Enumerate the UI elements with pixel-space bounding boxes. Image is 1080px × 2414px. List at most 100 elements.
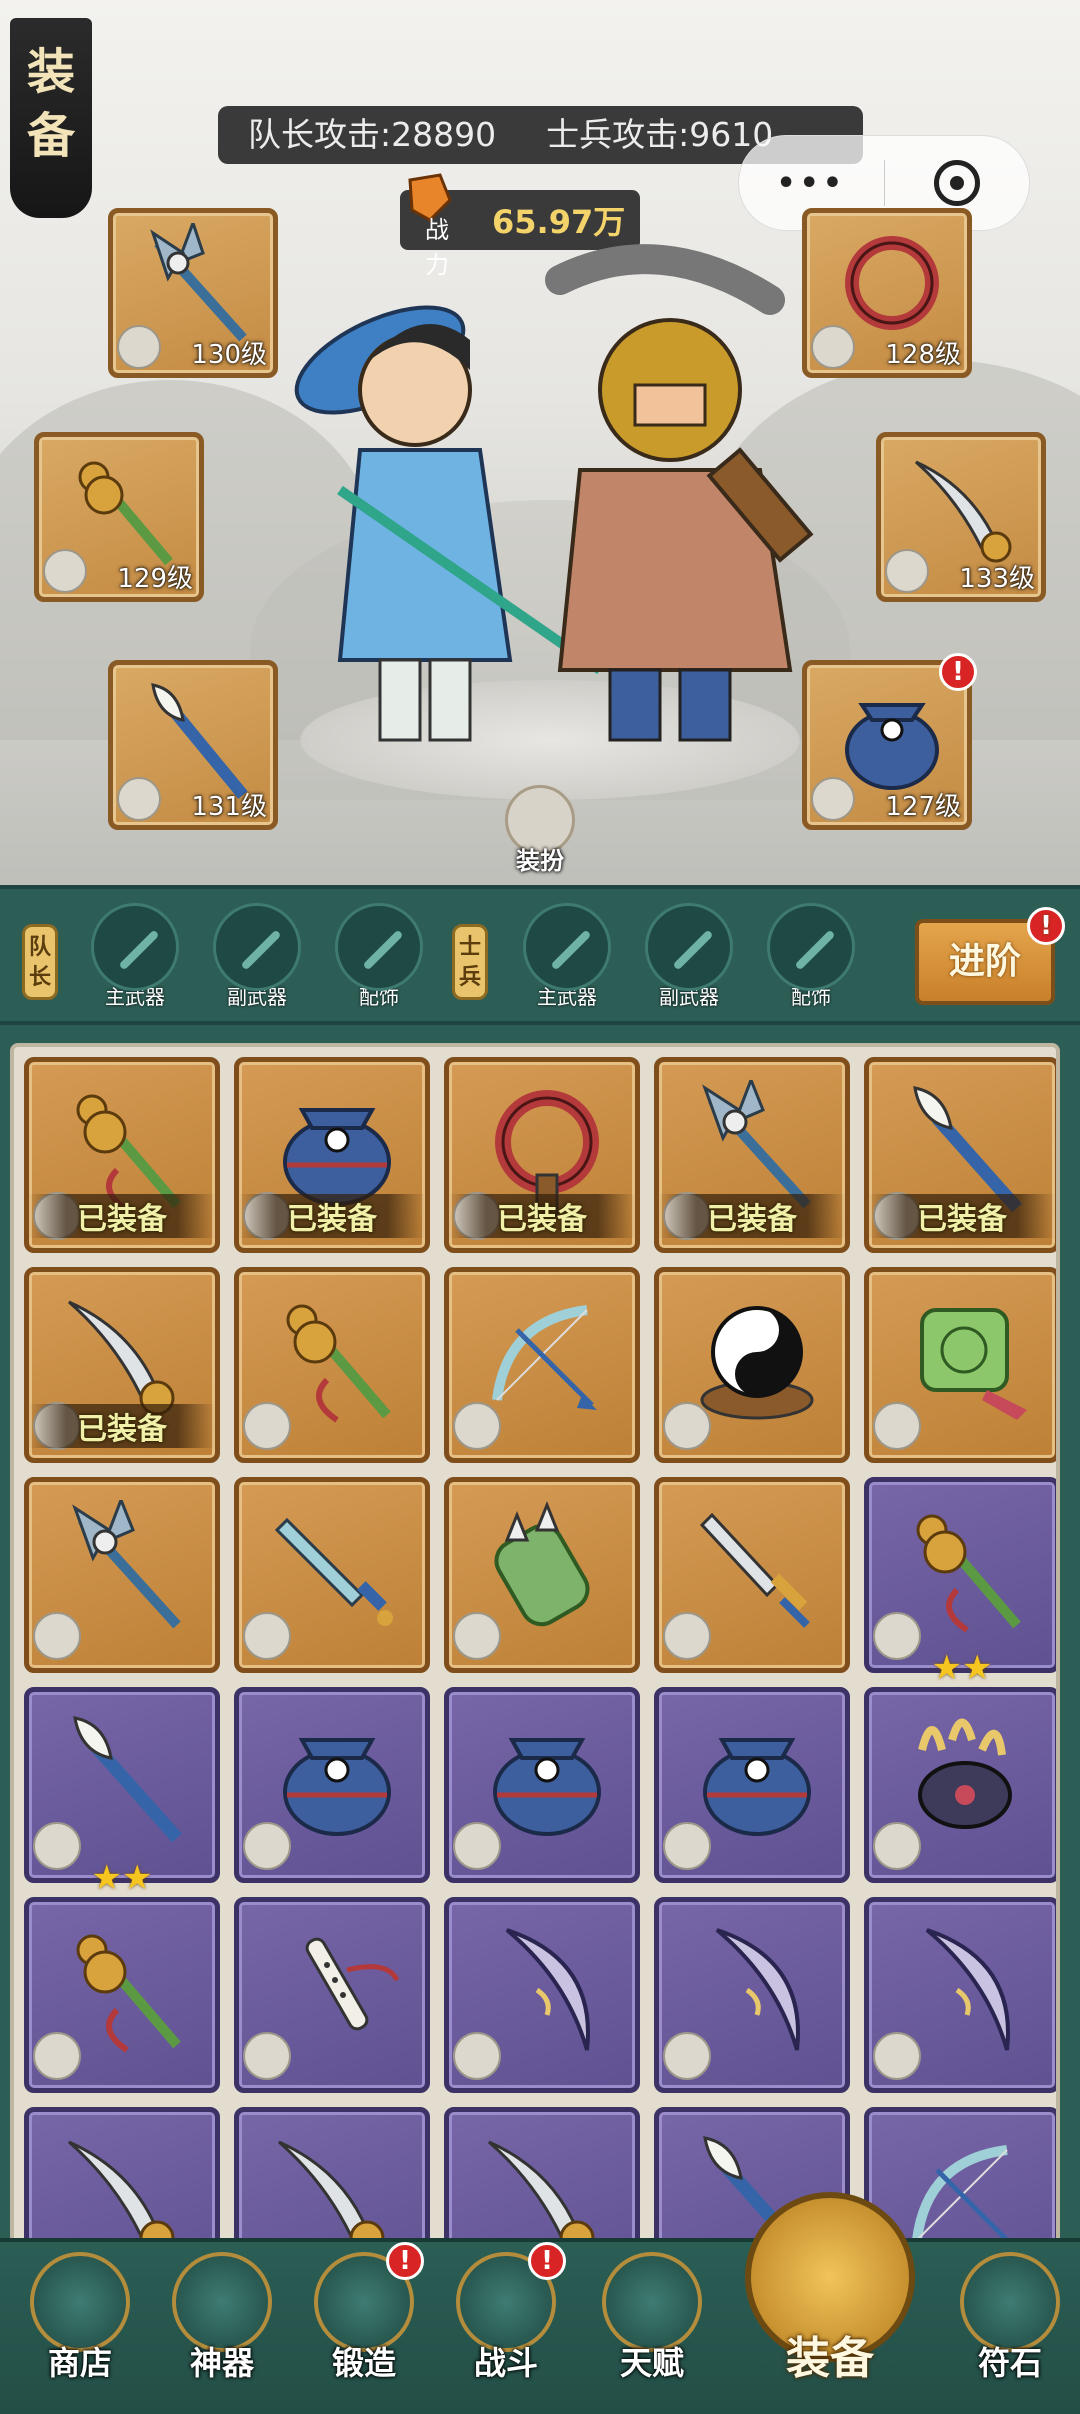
- sub-weapon-icon: [213, 903, 301, 991]
- inventory-item[interactable]: [234, 1897, 430, 2093]
- slot-captain-sub-weapon[interactable]: 129级: [34, 432, 204, 602]
- unequip-coin-icon: [885, 549, 929, 593]
- advance-label: 进阶: [948, 941, 1021, 982]
- equipment-category-tabs: 队长 主武器 副武器 配饰 士兵 主武器 副武器 配饰 进阶 !: [0, 885, 1080, 1025]
- inventory-item[interactable]: [864, 1267, 1056, 1463]
- coin-icon: [663, 1612, 711, 1660]
- nav-shop[interactable]: 商店: [20, 2252, 140, 2412]
- nav-talent[interactable]: 天赋: [592, 2252, 712, 2412]
- inventory-item[interactable]: 已装备: [24, 1267, 220, 1463]
- more-menu-button[interactable]: •••: [739, 166, 884, 201]
- coin-icon: [33, 2032, 81, 2080]
- slot-level: 128级: [885, 340, 961, 370]
- coin-icon: [453, 1822, 501, 1870]
- main-weapon-icon: [91, 903, 179, 991]
- coin-icon: [873, 1822, 921, 1870]
- crescent-blade-icon: [925, 1928, 1010, 2051]
- inventory-item[interactable]: [234, 1687, 430, 1883]
- alert-badge-icon: !: [939, 653, 977, 691]
- coin-icon: [873, 1402, 921, 1450]
- inventory-item[interactable]: [444, 1687, 640, 1883]
- inventory-item[interactable]: 已装备: [234, 1057, 430, 1253]
- inventory-item[interactable]: [864, 1687, 1056, 1883]
- inventory-item[interactable]: [444, 1267, 640, 1463]
- coin-icon: [453, 1612, 501, 1660]
- main-weapon-icon: [523, 903, 611, 991]
- soldier-attack: 士兵攻击:9610: [546, 115, 774, 154]
- nav-equipment[interactable]: 装备: [740, 2192, 920, 2412]
- inventory-item[interactable]: [444, 1897, 640, 2093]
- pouch-icon: [703, 1738, 811, 1836]
- inventory-item[interactable]: [654, 1477, 850, 1673]
- inventory-item[interactable]: [444, 1477, 640, 1673]
- constellation-icon: [602, 2252, 702, 2352]
- dagger-icon: [699, 1512, 810, 1628]
- tab-captain-accessory[interactable]: 配饰: [324, 903, 434, 1019]
- gourd-staff-icon: [286, 1304, 391, 1423]
- inventory-item[interactable]: 已装备: [864, 1057, 1056, 1253]
- yin-yang-icon: [700, 1306, 814, 1420]
- inventory-item[interactable]: 已装备: [24, 1057, 220, 1253]
- inventory-item[interactable]: [24, 1477, 220, 1673]
- coin-icon: [663, 1402, 711, 1450]
- tab-soldier-sub-weapon[interactable]: 副武器: [634, 903, 744, 1019]
- alert-badge-icon: !: [528, 2242, 566, 2280]
- slot-level: 133级: [959, 564, 1035, 594]
- coin-icon: [453, 1402, 501, 1450]
- soldier-hero-figure[interactable]: [540, 240, 840, 780]
- dressup-button[interactable]: 装扮: [500, 785, 580, 875]
- tab-soldier-accessory[interactable]: 配饰: [756, 903, 866, 1019]
- slot-captain-main-weapon[interactable]: 130级: [108, 208, 278, 378]
- accessory-icon: [335, 903, 423, 991]
- equipped-label: 已装备: [239, 1194, 425, 1238]
- sword-icon: [274, 1517, 393, 1626]
- inventory-item[interactable]: [234, 1267, 430, 1463]
- nav-rune[interactable]: 符石: [950, 2252, 1070, 2412]
- slot-captain-accessory[interactable]: 131级: [108, 660, 278, 830]
- hero-scene: 装 备 队长攻击:28890 士兵攻击:9610 战力 65.97万 ••• 1…: [0, 0, 1080, 885]
- nav-label: 装备: [786, 2333, 874, 2384]
- tab-captain-sub-weapon[interactable]: 副武器: [202, 903, 312, 1019]
- inventory-item[interactable]: [654, 1267, 850, 1463]
- nav-label: 神器: [189, 2344, 254, 2382]
- nav-artifact[interactable]: 神器: [162, 2252, 282, 2412]
- nav-label: 战斗: [473, 2344, 538, 2382]
- coin-icon: [663, 2032, 711, 2080]
- bracer-icon: [494, 1500, 590, 1627]
- tab-soldier-main-weapon[interactable]: 主武器: [512, 903, 622, 1019]
- nav-label: 天赋: [619, 2344, 684, 2382]
- inventory-item[interactable]: ★★: [864, 1477, 1056, 1688]
- power-value: 65.97万: [492, 203, 626, 241]
- equipped-label: 已装备: [29, 1194, 215, 1238]
- coin-icon: [243, 1402, 291, 1450]
- jade-pendant-icon: [920, 1308, 1027, 1420]
- inventory-grid: 已装备 已装备 已装备 已装备 已装备 已装备 ★★ ★★: [24, 1057, 1056, 2303]
- inventory-item[interactable]: 已装备: [444, 1057, 640, 1253]
- close-miniprogram-button[interactable]: [884, 160, 1029, 206]
- rune-stone-icon: [960, 2252, 1060, 2352]
- coin-icon: [33, 1612, 81, 1660]
- equipped-label: 已装备: [29, 1404, 215, 1448]
- inventory-item[interactable]: [864, 1897, 1056, 2093]
- dressup-label: 装扮: [516, 847, 564, 875]
- coin-icon: [243, 2032, 291, 2080]
- nav-battle[interactable]: 战斗 !: [446, 2242, 566, 2412]
- nav-forge[interactable]: 锻造 !: [304, 2242, 424, 2412]
- gourd-staff-icon: [76, 1934, 181, 2053]
- slot-level: 130级: [191, 340, 267, 370]
- tab-captain-main-weapon[interactable]: 主武器: [80, 903, 190, 1019]
- nav-label: 符石: [977, 2344, 1042, 2382]
- inventory-item[interactable]: [24, 1897, 220, 2093]
- inventory-item[interactable]: ★★: [24, 1687, 220, 1898]
- coin-icon: [873, 2032, 921, 2080]
- slot-soldier-sub-weapon[interactable]: 133级: [876, 432, 1046, 602]
- shop-icon: [30, 2252, 130, 2352]
- inventory-item[interactable]: [654, 1687, 850, 1883]
- inventory-item[interactable]: 已装备: [654, 1057, 850, 1253]
- alert-badge-icon: !: [386, 2242, 424, 2280]
- advance-button[interactable]: 进阶 !: [915, 907, 1065, 1005]
- bow-icon: [492, 1305, 597, 1410]
- inventory-item[interactable]: [234, 1477, 430, 1673]
- inventory-item[interactable]: [654, 1897, 850, 2093]
- star-rating: ★★: [91, 1858, 153, 1898]
